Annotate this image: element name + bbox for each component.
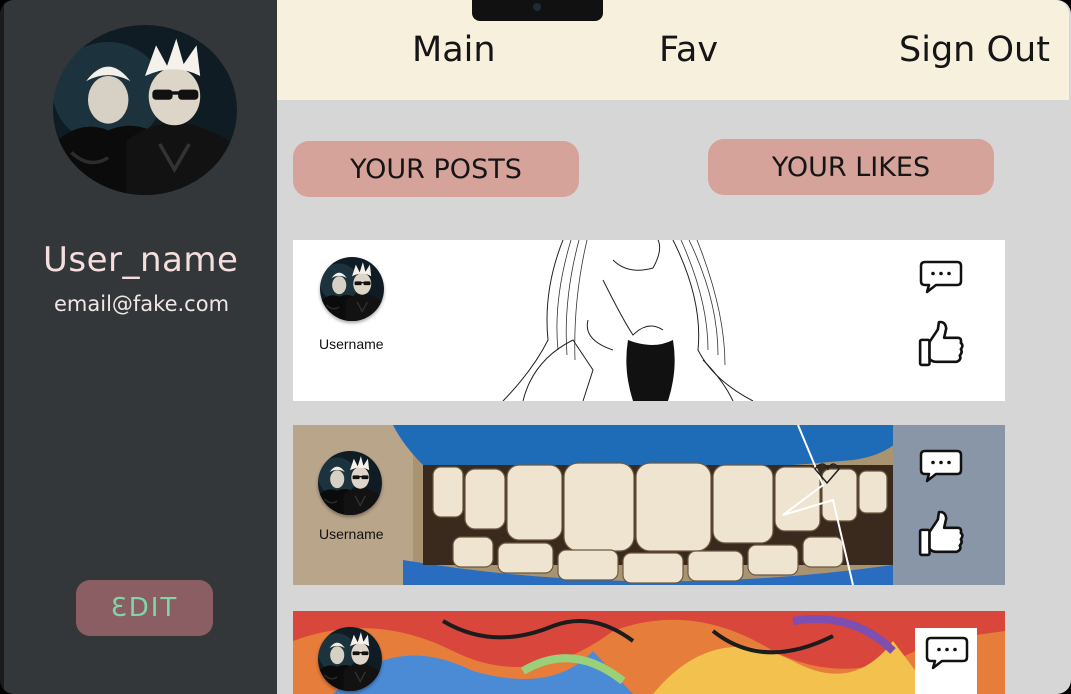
- thumbs-up-icon[interactable]: [918, 319, 964, 367]
- profile-sidebar: User_name email@fake.com ƐDIT: [4, 0, 277, 694]
- post-author-username[interactable]: Username: [319, 526, 384, 542]
- your-posts-button[interactable]: YOUR POSTS: [293, 141, 579, 197]
- edit-profile-button[interactable]: ƐDIT: [76, 580, 213, 636]
- nav-main[interactable]: Main: [412, 30, 496, 70]
- thumbs-up-icon[interactable]: [918, 509, 964, 557]
- post-author-avatar[interactable]: [320, 257, 384, 321]
- comment-icon[interactable]: [919, 449, 963, 483]
- post-card[interactable]: Username: [293, 425, 1005, 585]
- profile-username: User_name: [43, 240, 239, 280]
- profile-email: email@fake.com: [54, 292, 230, 316]
- main-content: Main Fav Sign Out YOUR POSTS YOUR LIKES: [277, 0, 1071, 694]
- comment-icon[interactable]: [925, 636, 969, 670]
- nav-sign-out[interactable]: Sign Out: [899, 30, 1050, 70]
- app-window: User_name email@fake.com ƐDIT Main Fav S…: [0, 0, 1071, 694]
- post-author-avatar[interactable]: [318, 627, 382, 691]
- post-card[interactable]: Username: [293, 240, 1005, 401]
- post-author-avatar[interactable]: [318, 451, 382, 515]
- post-image-line-drawing: [463, 240, 773, 401]
- post-author-username[interactable]: Username: [319, 336, 384, 352]
- post-card[interactable]: [293, 611, 1005, 694]
- post-image-graffiti-colorful: [293, 611, 1005, 694]
- camera-icon: [533, 3, 541, 11]
- top-navigation-bar: Main Fav Sign Out: [277, 0, 1069, 100]
- your-likes-button[interactable]: YOUR LIKES: [708, 139, 994, 195]
- post-image-graffiti-teeth: [293, 425, 1005, 585]
- camera-notch: [472, 0, 603, 21]
- comment-icon[interactable]: [919, 260, 963, 294]
- nav-fav[interactable]: Fav: [659, 30, 718, 70]
- profile-avatar: [53, 25, 237, 195]
